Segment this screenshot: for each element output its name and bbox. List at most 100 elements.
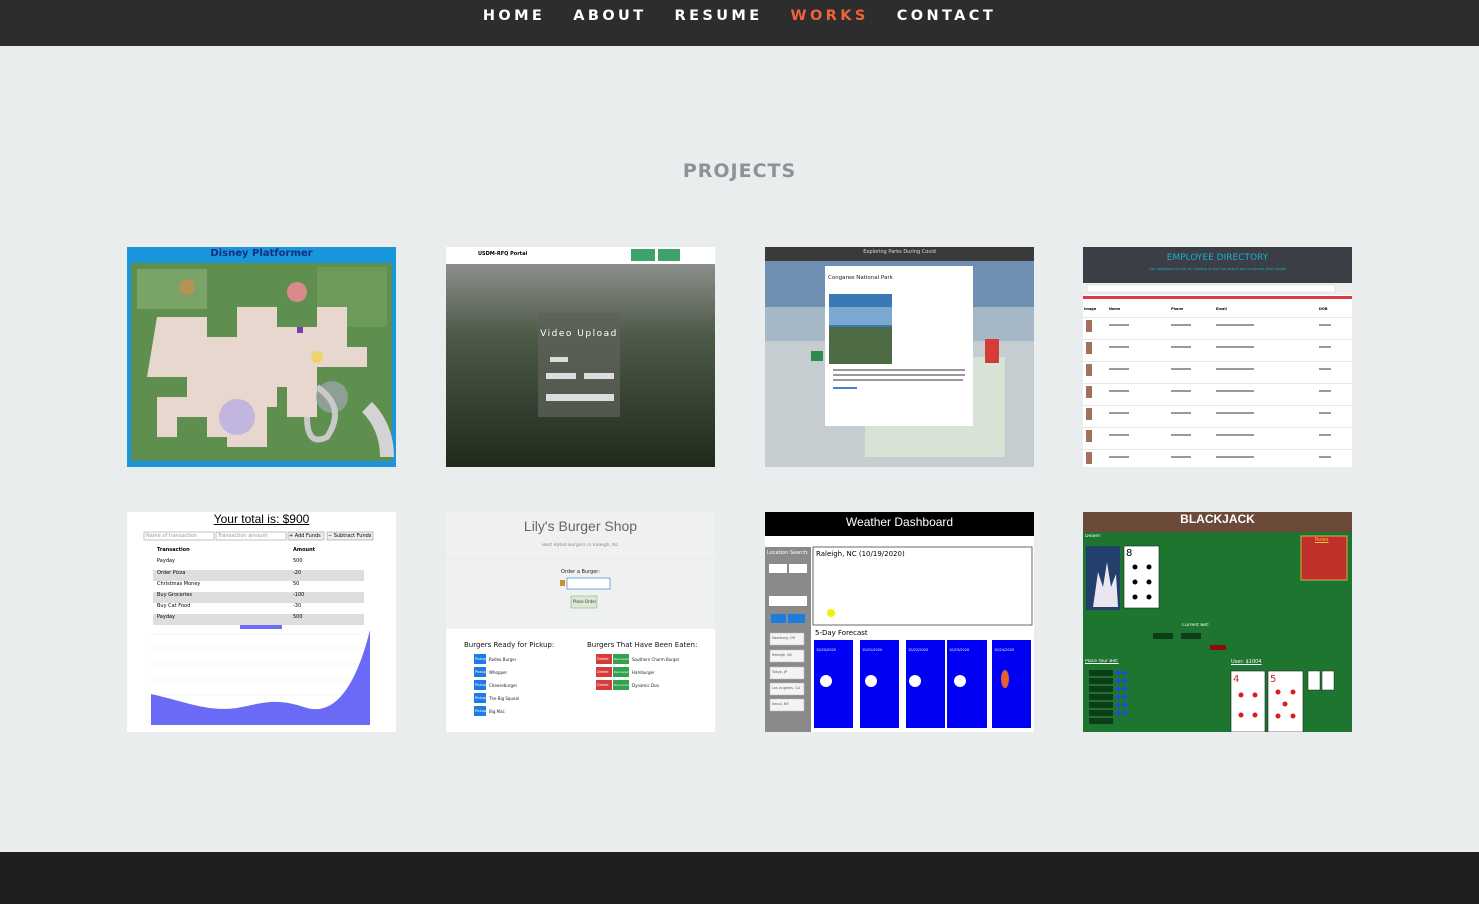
forecast-date: 10/20/2020 [816,648,837,652]
dealer-label: Dealer: [1085,534,1102,539]
row-transaction: Payday [157,614,176,620]
search-label: Location Search: [767,550,809,556]
search-history-item: Tokyo, JP [772,670,788,674]
project-tile-burger-shop[interactable]: Lily's Burger Shop Best Rated Burgers in… [446,512,715,732]
ready-burger: Rodeo Burger [489,657,517,662]
top-nav: HOME ABOUT RESUME WORKS CONTACT [0,0,1479,46]
column-header-transaction: Transaction [157,547,190,553]
search-history-item: Los Angeles, CA [772,686,800,690]
project-thumbnail [1083,247,1352,464]
project-subtitle: Use dropdown to sort by heading or use t… [1149,267,1286,271]
row-transaction: Payday [157,558,176,564]
forecast-date: 10/21/2020 [862,648,883,652]
row-amount: -20 [293,570,302,576]
place-order-button: Place Order [573,599,597,604]
pickup-button: Pickup [475,696,487,700]
pickup-button: Pickup [475,657,487,661]
project-title: BLACKJACK [1180,512,1255,526]
eaten-heading: Burgers That Have Been Eaten: [587,641,698,649]
projects-heading: PROJECTS [682,160,797,182]
search-history-item: Raleigh, NC [772,653,793,657]
row-transaction: Order Pizza [157,570,186,576]
project-tile-blackjack[interactable]: 8 4 5 BLACKJACK Dealer: Rules Current Be… [1083,512,1352,732]
forecast-date: 10/24/2020 [994,648,1015,652]
column-header-name: Name [1109,307,1121,311]
ready-burger: Big Mac [489,709,505,714]
eaten-burger: Dynamic Duo [632,683,659,688]
column-header-image: Image [1084,307,1097,311]
delete-button: Delete [597,683,609,687]
row-amount: 50 [293,581,300,587]
order-label: Order a Burger: [561,569,600,575]
devoured-button: Devoured [614,683,629,687]
transaction-amount-placeholder: Transaction amount [218,533,268,539]
devoured-button: Devoured [614,670,629,674]
project-tile-employee-directory[interactable]: EMPLOYEE DIRECTORY Use dropdown to sort … [1083,247,1352,467]
city-heading: Raleigh, NC (10/19/2020) [816,550,905,558]
svg-text:5: 5 [1270,674,1276,685]
project-subtitle: Best Rated Burgers in Raleigh, NC [542,543,619,548]
row-transaction: Buy Groceries [157,592,192,598]
rules-label: Rules [1315,537,1329,543]
forecast-date: 10/23/2020 [949,648,970,652]
project-title: Lily's Burger Shop [523,518,638,534]
ready-burger: The Big Squeal [489,696,520,701]
nav-works-link[interactable]: WORKS [791,7,869,25]
eaten-burger: Hamburger [632,670,655,675]
pickup-button: Pickup [475,670,487,674]
project-thumbnail [143,531,374,725]
page-footer [0,852,1479,904]
row-amount: -30 [293,603,302,609]
row-amount: 500 [293,614,303,620]
project-title: Exploring Parks During Covid [863,249,936,255]
nav-home-link[interactable]: HOME [483,7,545,25]
delete-button: Delete [597,657,609,661]
project-thumbnail [131,263,394,461]
nav-about-link[interactable]: ABOUT [573,7,646,25]
forecast-date: 10/22/2020 [908,648,929,652]
project-title: EMPLOYEE DIRECTORY [1166,253,1269,263]
place-bet-label: Place Your Bet: [1085,659,1119,664]
site-brand: USDM-RFQ Portal [478,251,528,257]
pickup-button: Pickup [475,683,487,687]
nav-links: HOME ABOUT RESUME WORKS CONTACT [0,7,1479,25]
svg-text:8: 8 [1126,548,1132,559]
column-header-email: Email [1216,307,1227,311]
project-tile-exploring-parks[interactable]: Exploring Parks During Covid Congaree Na… [765,247,1034,467]
transaction-name-placeholder: Name of transaction [146,533,197,539]
user-balance: User: $1004 [1231,659,1262,665]
forecast-heading: 5-Day Forecast [815,629,868,637]
project-title: Weather Dashboard [845,515,954,529]
add-funds-label: + Add Funds [289,533,321,539]
row-amount: -100 [293,592,305,598]
search-history-item: Newburg, OR [772,636,796,640]
project-thumbnail [765,512,1034,732]
ready-burger: Cheeseburger [489,683,518,688]
project-thumbnail [446,247,715,467]
current-bet-label: Current Bet: [1182,623,1210,628]
project-tile-weather-dashboard[interactable]: Weather Dashboard Location Search: Ralei… [765,512,1034,732]
svg-text:4: 4 [1233,674,1239,685]
eaten-burger: Southern Charm Burger [632,657,680,662]
column-header-phone: Phone [1171,307,1184,311]
project-title: Your total is: $900 [213,512,310,526]
devoured-button: Devoured [614,657,629,661]
row-amount: 500 [293,558,303,564]
delete-button: Delete [597,670,609,674]
nav-resume-link[interactable]: RESUME [675,7,763,25]
column-header-dob: DOB [1319,307,1328,311]
modal-title: Congaree National Park [828,275,893,281]
search-history-item: Seoul, KR [772,702,789,706]
project-title: Disney Platformer [210,248,313,259]
project-tile-disney-platformer[interactable]: Disney Platformer [127,247,396,467]
ready-burger: Whopper [489,670,508,675]
ready-heading: Burgers Ready for Pickup: [464,641,555,649]
pickup-button: Pickup [475,709,487,713]
column-header-amount: Amount [293,547,316,553]
nav-contact-link[interactable]: CONTACT [897,7,996,25]
project-tile-video-upload[interactable]: USDM-RFQ Portal Video Upload [446,247,715,467]
project-thumbnail: 8 4 5 [1083,512,1352,732]
project-thumbnail [765,247,1034,467]
project-title: Video Upload [540,329,618,339]
project-tile-budget-tracker[interactable]: Your total is: $900 Name of transaction … [127,512,396,732]
